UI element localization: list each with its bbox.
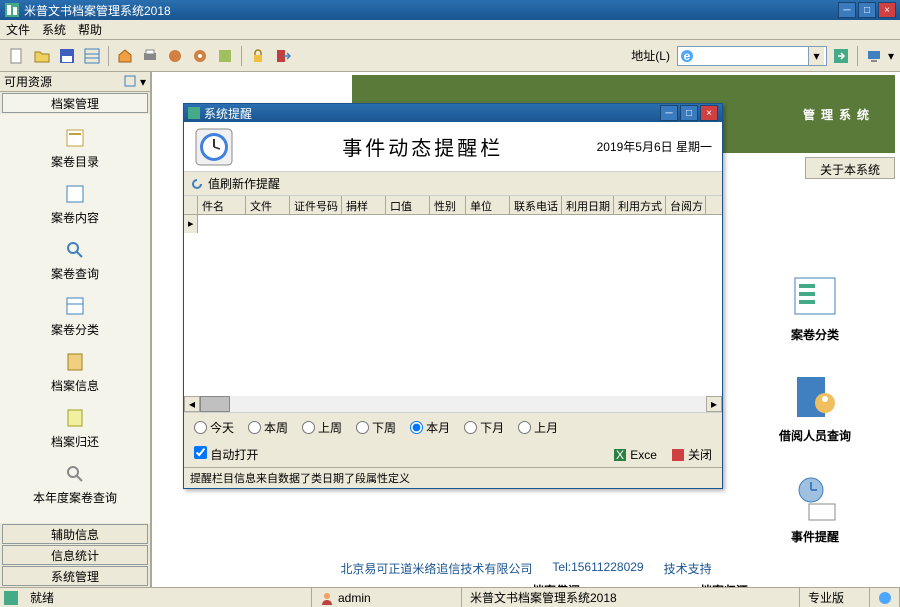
close-button[interactable]: × bbox=[878, 2, 896, 18]
menu-system[interactable]: 系统 bbox=[42, 21, 66, 38]
radio-this-month[interactable]: 本月 bbox=[410, 419, 450, 436]
sidebar-item[interactable]: 档案归还 bbox=[0, 400, 150, 456]
sidebar-item[interactable]: 案卷内容 bbox=[0, 176, 150, 232]
dialog-maximize-button[interactable]: □ bbox=[680, 105, 698, 121]
chevron-down-icon[interactable]: ▾ bbox=[140, 75, 146, 89]
tel-link[interactable]: Tel:15611228029 bbox=[552, 560, 643, 577]
toolbar: 地址(L) e ▾ ▾ bbox=[0, 40, 900, 72]
excel-icon: X bbox=[613, 448, 627, 462]
sidebar-item[interactable]: 案卷查询 bbox=[0, 232, 150, 288]
status-edition: 专业版 bbox=[800, 588, 870, 607]
new-icon[interactable] bbox=[6, 45, 28, 67]
card-borrow-query[interactable]: 借阅人员查询 bbox=[740, 373, 890, 444]
sidebar-header: 可用资源 ▾ bbox=[0, 72, 150, 92]
refresh-icon[interactable] bbox=[190, 177, 204, 191]
category-stats[interactable]: 信息统计 bbox=[2, 545, 148, 565]
chevron-down-icon[interactable]: ▾ bbox=[888, 49, 894, 63]
ie-status-icon bbox=[870, 588, 900, 607]
window-title: 米普文书档案管理系统2018 bbox=[24, 2, 171, 19]
address-combo[interactable]: e ▾ bbox=[677, 46, 827, 66]
support-link[interactable]: 技术支持 bbox=[664, 560, 712, 577]
dialog-titlebar[interactable]: 系统提醒 ─ □ × bbox=[184, 104, 722, 122]
dialog-radio-group: 今天 本周 上周 下周 本月 下月 上月 bbox=[184, 412, 722, 442]
menu-file[interactable]: 文件 bbox=[6, 21, 30, 38]
dialog-toolbar: 值刷新作提醒 bbox=[184, 172, 722, 196]
dialog-header: 事件动态提醒栏 2019年5月6日 星期一 bbox=[184, 122, 722, 172]
dialog-close-button[interactable]: × bbox=[700, 105, 718, 121]
open-icon[interactable] bbox=[31, 45, 53, 67]
app-icon bbox=[188, 107, 200, 119]
grid-icon[interactable] bbox=[81, 45, 103, 67]
horizontal-scrollbar[interactable]: ◂ ▸ bbox=[184, 396, 722, 412]
scroll-thumb[interactable] bbox=[200, 396, 230, 412]
print-icon[interactable] bbox=[139, 45, 161, 67]
card-event-remind[interactable]: 事件提醒 bbox=[740, 474, 890, 545]
dialog-heading: 事件动态提醒栏 bbox=[249, 132, 597, 161]
main-titlebar: 米普文书档案管理系统2018 ─ □ × bbox=[0, 0, 900, 20]
chart-icon bbox=[4, 591, 18, 605]
ie-icon: e bbox=[680, 49, 694, 63]
category-archives[interactable]: 档案管理 bbox=[2, 93, 148, 113]
dialog-bottom: 自动打开 X Exce 关闭 bbox=[184, 442, 722, 467]
tool1-icon[interactable] bbox=[164, 45, 186, 67]
radio-last-week[interactable]: 上周 bbox=[302, 419, 342, 436]
grid-header: 件名 文件 证件号码 捐样 口值 性别 单位 联系电话 利用日期 利用方式 台阅… bbox=[184, 196, 722, 215]
dialog-minimize-button[interactable]: ─ bbox=[660, 105, 678, 121]
computer-icon[interactable] bbox=[863, 45, 885, 67]
sidebar-item[interactable]: 案卷目录 bbox=[0, 120, 150, 176]
minimize-button[interactable]: ─ bbox=[838, 2, 856, 18]
sidebar-item[interactable]: 本年度案卷查询 bbox=[0, 456, 150, 512]
sidebar-item[interactable]: 案卷分类 bbox=[0, 288, 150, 344]
radio-next-month[interactable]: 下月 bbox=[464, 419, 504, 436]
tool3-icon[interactable] bbox=[214, 45, 236, 67]
svg-text:e: e bbox=[684, 49, 691, 63]
chevron-down-icon[interactable]: ▾ bbox=[808, 47, 824, 65]
refresh-button[interactable]: 值刷新作提醒 bbox=[208, 175, 280, 192]
radio-this-week[interactable]: 本周 bbox=[248, 419, 288, 436]
sidebar-tool-icon[interactable] bbox=[124, 75, 136, 89]
go-icon[interactable] bbox=[830, 45, 852, 67]
reminder-dialog: 系统提醒 ─ □ × 事件动态提醒栏 2019年5月6日 星期一 值刷新作提醒 … bbox=[183, 103, 723, 489]
radio-next-week[interactable]: 下周 bbox=[356, 419, 396, 436]
dialog-grid[interactable]: 件名 文件 证件号码 捐样 口值 性别 单位 联系电话 利用日期 利用方式 台阅… bbox=[184, 196, 722, 396]
scroll-left-icon[interactable]: ◂ bbox=[184, 396, 200, 412]
status-ready: 就绪 bbox=[22, 588, 312, 607]
svg-text:X: X bbox=[616, 448, 624, 462]
exit-icon[interactable] bbox=[272, 45, 294, 67]
sidebar-item[interactable]: 档案信息 bbox=[0, 344, 150, 400]
address-label: 地址(L) bbox=[631, 47, 670, 64]
category-aux[interactable]: 辅助信息 bbox=[2, 524, 148, 544]
sidebar-item[interactable]: 借阅到期档案 bbox=[0, 512, 150, 523]
home-icon[interactable] bbox=[114, 45, 136, 67]
clock-icon bbox=[194, 127, 234, 167]
category-sysmgmt[interactable]: 系统管理 bbox=[2, 566, 148, 586]
dialog-date: 2019年5月6日 星期一 bbox=[597, 138, 712, 155]
lock-icon[interactable] bbox=[247, 45, 269, 67]
stop-icon bbox=[671, 448, 685, 462]
auto-open-checkbox[interactable]: 自动打开 bbox=[194, 446, 258, 463]
card-classify[interactable]: 案卷分类 bbox=[740, 272, 890, 343]
excel-button[interactable]: X Exce bbox=[613, 446, 657, 463]
save-icon[interactable] bbox=[56, 45, 78, 67]
menubar: 文件 系统 帮助 bbox=[0, 20, 900, 40]
status-user: admin bbox=[312, 588, 462, 607]
statusbar: 就绪 admin 米普文书档案管理系统2018 专业版 bbox=[0, 587, 900, 607]
tab-about[interactable]: 关于本系统 bbox=[805, 157, 895, 179]
radio-today[interactable]: 今天 bbox=[194, 419, 234, 436]
close-dialog-button[interactable]: 关闭 bbox=[671, 446, 712, 463]
menu-help[interactable]: 帮助 bbox=[78, 21, 102, 38]
status-product: 米普文书档案管理系统2018 bbox=[462, 588, 800, 607]
radio-last-month[interactable]: 上月 bbox=[518, 419, 558, 436]
dialog-status: 提醒栏目信息来自数据了类日期了段属性定义 bbox=[184, 467, 722, 488]
sidebar-items: 案卷目录 案卷内容 案卷查询 案卷分类 档案信息 档案归还 本年度案卷查询 借阅… bbox=[0, 114, 150, 523]
tool2-icon[interactable] bbox=[189, 45, 211, 67]
scroll-right-icon[interactable]: ▸ bbox=[706, 396, 722, 412]
sidebar: 可用资源 ▾ 档案管理 案卷目录 案卷内容 案卷查询 案卷分类 档案信息 档案归… bbox=[0, 72, 152, 587]
maximize-button[interactable]: □ bbox=[858, 2, 876, 18]
grid-row[interactable]: ▸ bbox=[184, 215, 722, 233]
app-icon bbox=[4, 2, 20, 18]
footer: 北京易可正道米络追信技术有限公司 Tel:15611228029 技术支持 bbox=[340, 560, 711, 577]
